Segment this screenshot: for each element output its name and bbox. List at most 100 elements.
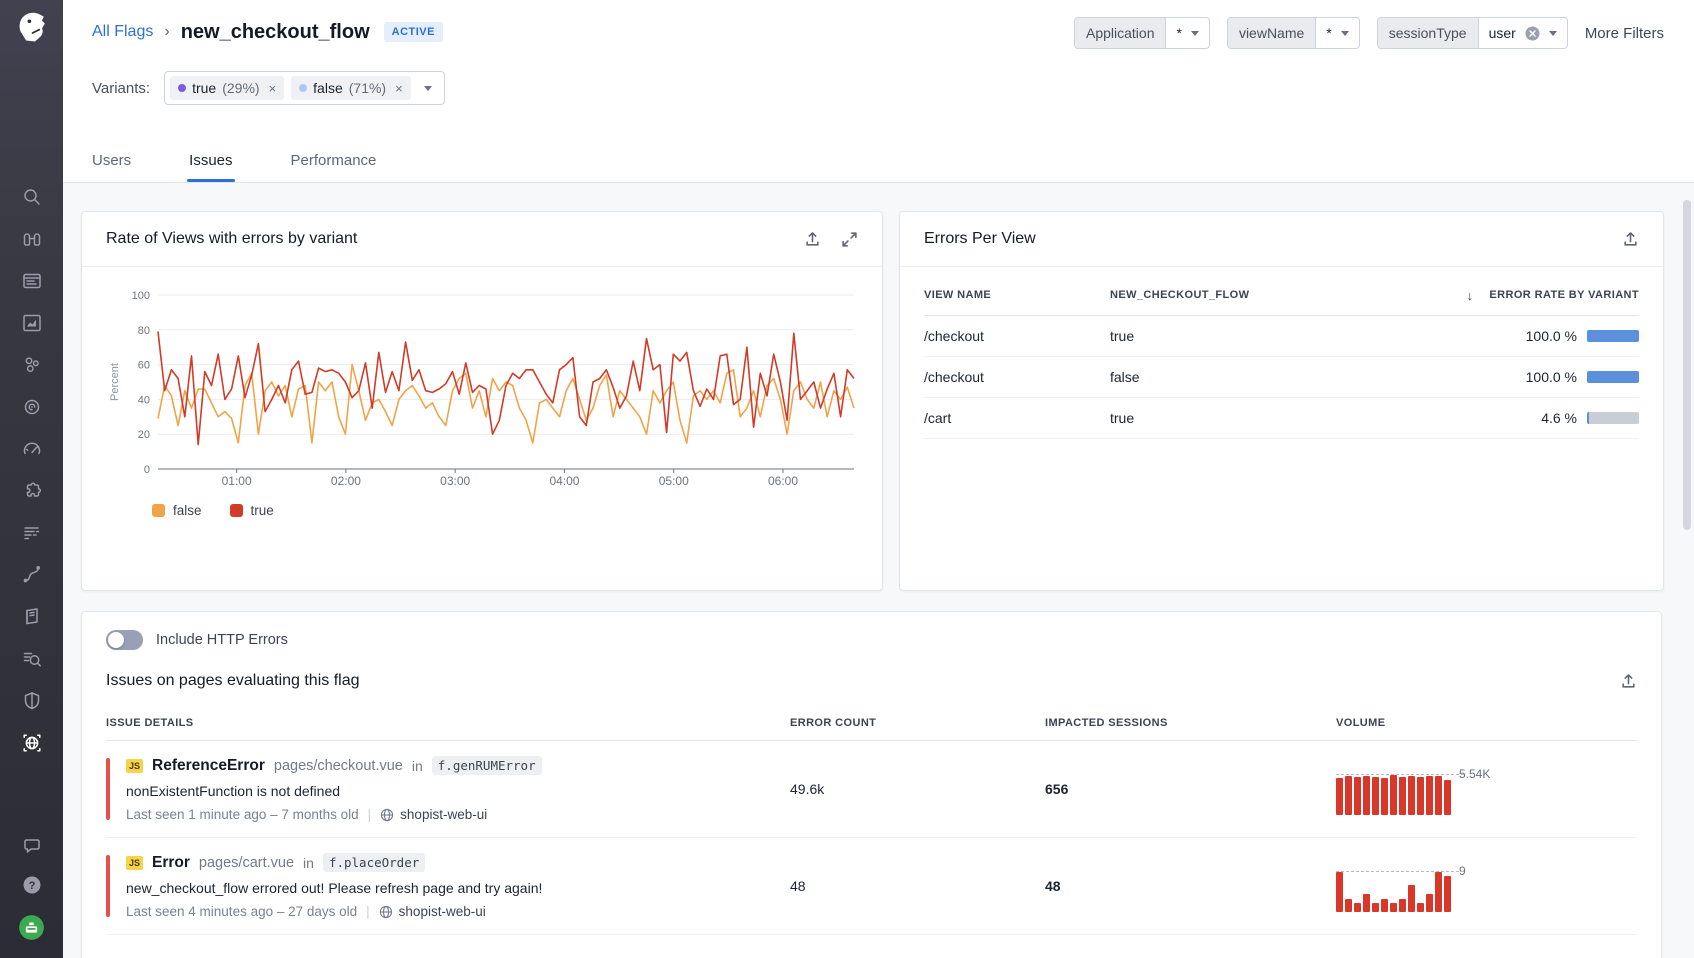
legend-label: false xyxy=(173,503,202,518)
errors-per-view-title: Errors Per View xyxy=(924,230,1036,248)
export-icon[interactable] xyxy=(1622,231,1639,248)
issue-row[interactable]: JS Error pages/cart.vue in f.placeOrder … xyxy=(106,838,1637,935)
expand-icon[interactable] xyxy=(841,231,858,248)
meta-separator: | xyxy=(366,904,370,919)
variants-row: Variants: true (29%) × false (71%) × xyxy=(92,71,445,105)
help-question-icon: ? xyxy=(21,874,43,896)
sidebar-item-performance[interactable] xyxy=(20,437,44,461)
issues-table-header: ISSUE DETAILS ERROR COUNT IMPACTED SESSI… xyxy=(106,706,1637,741)
tab-performance[interactable]: Performance xyxy=(291,152,377,182)
sidebar-item-service-map[interactable] xyxy=(20,353,44,377)
svg-text:100: 100 xyxy=(132,290,150,302)
table-row[interactable]: /cart true 4.6 % xyxy=(924,398,1639,439)
clear-filter-icon[interactable] xyxy=(1525,26,1540,41)
tab-issues[interactable]: Issues xyxy=(189,152,232,182)
chart-legend: false true xyxy=(152,503,858,518)
error-accent-bar xyxy=(106,855,110,917)
filter-viewname[interactable]: viewName * xyxy=(1227,17,1360,49)
sidebar-item-security[interactable] xyxy=(20,689,44,713)
datadog-logo-icon[interactable] xyxy=(11,5,53,47)
error-rate-bar xyxy=(1587,371,1639,383)
remove-variant-icon[interactable]: × xyxy=(269,81,277,96)
error-type: ReferenceError xyxy=(152,757,265,775)
svg-text:Percent: Percent xyxy=(109,363,121,401)
col-impacted-sessions[interactable]: IMPACTED SESSIONS xyxy=(1045,717,1336,729)
include-http-errors-toggle[interactable] xyxy=(106,630,143,650)
sidebar-item-help[interactable]: ? xyxy=(20,873,44,897)
svg-text:02:00: 02:00 xyxy=(331,474,361,488)
more-filters-button[interactable]: More Filters xyxy=(1585,25,1664,42)
filter-label: Application xyxy=(1075,18,1167,48)
user-avatar-icon xyxy=(18,914,45,941)
service-name[interactable]: shopist-web-ui xyxy=(380,807,487,822)
col-error-count[interactable]: ERROR COUNT xyxy=(790,717,1045,729)
sidebar-item-feedback[interactable] xyxy=(20,834,44,858)
sidebar-item-watchdog[interactable] xyxy=(20,227,44,251)
error-count-value: 48 xyxy=(790,878,1045,894)
col-issue-details[interactable]: ISSUE DETAILS xyxy=(106,717,790,729)
chevron-down-icon[interactable] xyxy=(424,86,432,91)
sidebar-item-notebooks[interactable] xyxy=(20,605,44,629)
sidebar-item-integrations[interactable] xyxy=(20,479,44,503)
main-area: All Flags › new_checkout_flow ACTIVE App… xyxy=(63,0,1694,958)
chart-card: Rate of Views with errors by variant 020… xyxy=(81,211,883,591)
variant-true-dot xyxy=(178,84,186,92)
legend-item-true[interactable]: true xyxy=(230,503,274,518)
impacted-sessions-value: 48 xyxy=(1045,878,1336,894)
view-name: /checkout xyxy=(924,328,1110,344)
filter-value: * xyxy=(1176,25,1181,41)
svg-text:0: 0 xyxy=(144,464,150,476)
sidebar-item-apm[interactable] xyxy=(20,395,44,419)
sidebar-item-log-explorer[interactable] xyxy=(20,647,44,671)
col-volume[interactable]: VOLUME xyxy=(1336,717,1637,729)
notebook-icon xyxy=(21,606,43,628)
sidebar-item-ci-pipelines[interactable] xyxy=(20,563,44,587)
export-icon[interactable] xyxy=(804,231,821,248)
impacted-sessions-value: 656 xyxy=(1045,781,1336,797)
globe-network-icon xyxy=(21,732,43,754)
col-error-rate[interactable]: ERROR RATE BY VARIANT xyxy=(1489,289,1639,301)
legend-item-false[interactable]: false xyxy=(152,503,202,518)
svg-text:03:00: 03:00 xyxy=(440,474,470,488)
issues-section-title: Issues on pages evaluating this flag xyxy=(106,672,360,690)
volume-mini-chart: 9 xyxy=(1336,860,1637,912)
sidebar-item-user-avatar[interactable] xyxy=(18,914,45,941)
error-function: f.placeOrder xyxy=(323,853,425,872)
filter-bar: Application * viewName * sessionType use… xyxy=(1074,17,1664,49)
export-icon[interactable] xyxy=(1620,673,1637,690)
tab-users[interactable]: Users xyxy=(92,152,131,182)
filter-application[interactable]: Application * xyxy=(1074,17,1210,49)
globe-icon xyxy=(380,808,394,822)
remove-variant-icon[interactable]: × xyxy=(395,81,403,96)
breadcrumb-all-flags-link[interactable]: All Flags xyxy=(92,23,153,41)
error-path: pages/checkout.vue xyxy=(274,758,403,774)
sort-desc-icon[interactable]: ↓ xyxy=(1467,288,1474,303)
table-row[interactable]: /checkout false 100.0 % xyxy=(924,357,1639,398)
in-word: in xyxy=(303,855,314,871)
sidebar-item-rum[interactable] xyxy=(20,731,44,755)
sidebar-item-log-pipelines[interactable] xyxy=(20,521,44,545)
variant-pct: (71%) xyxy=(349,80,386,96)
sidebar-item-search[interactable] xyxy=(20,185,44,209)
variants-select[interactable]: true (29%) × false (71%) × xyxy=(164,71,445,105)
filter-label: viewName xyxy=(1228,18,1316,48)
page-scrollbar[interactable] xyxy=(1683,200,1691,530)
meta-separator: | xyxy=(368,807,372,822)
error-message: new_checkout_flow errored out! Please re… xyxy=(126,880,542,896)
shield-icon xyxy=(21,690,43,712)
sidebar-item-metrics[interactable] xyxy=(20,311,44,335)
sidebar-item-dashboards[interactable] xyxy=(20,269,44,293)
col-flag-variant[interactable]: NEW_CHECKOUT_FLOW xyxy=(1110,289,1467,301)
svg-text:20: 20 xyxy=(138,429,150,441)
legend-swatch-true xyxy=(230,504,243,517)
variants-label: Variants: xyxy=(92,80,150,97)
svg-text:60: 60 xyxy=(138,360,150,372)
error-rate-bar xyxy=(1587,412,1639,424)
line-chart[interactable]: 02040608010001:0002:0003:0004:0005:0006:… xyxy=(106,279,858,491)
table-row[interactable]: /checkout true 100.0 % xyxy=(924,316,1639,357)
issue-row[interactable]: JS ReferenceError pages/checkout.vue in … xyxy=(106,741,1637,838)
service-name[interactable]: shopist-web-ui xyxy=(379,904,486,919)
svg-text:06:00: 06:00 xyxy=(768,474,798,488)
col-view-name[interactable]: VIEW NAME xyxy=(924,289,1110,301)
filter-sessiontype[interactable]: sessionType user xyxy=(1377,17,1568,49)
